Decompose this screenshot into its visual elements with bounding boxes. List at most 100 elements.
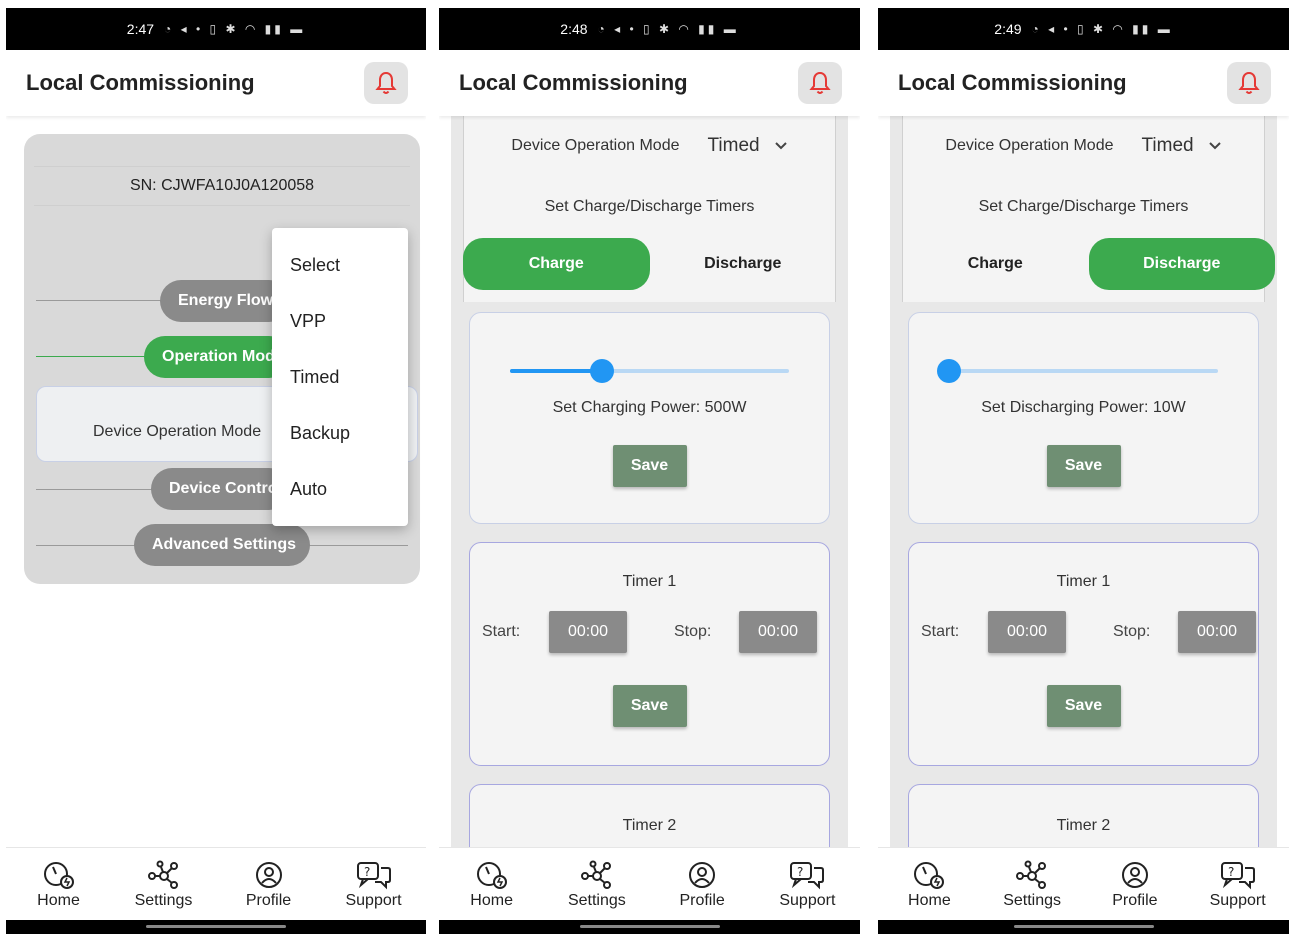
stop-time-input[interactable]: 00:00 [739,611,817,653]
menu-item-auto[interactable]: Auto [272,461,408,517]
network-nodes-icon [146,858,182,892]
stop-time-input[interactable]: 00:00 [1178,611,1256,653]
divider [36,300,166,301]
save-timer-1-button[interactable]: Save [1046,685,1121,727]
tab-charge[interactable]: Charge [902,238,1089,290]
home-indicator[interactable] [1013,925,1154,928]
nav-profile[interactable]: Profile [1095,858,1175,910]
bell-icon [375,71,397,94]
page-title: Local Commissioning [459,70,688,95]
notification-button[interactable] [1227,62,1271,104]
timer-1-card: Timer 1 Start: 00:00 Stop: 00:00 Save [908,542,1259,766]
page-title: Local Commissioning [898,70,1127,95]
power-card: Set Charging Power: 500W Save [469,312,830,524]
nav-profile-label: Profile [1112,892,1158,909]
energy-flow-button[interactable]: Energy Flow [160,280,290,322]
nav-profile-label: Profile [245,892,292,909]
power-label: Set Charging Power: 500W [552,399,747,416]
gesture-bar [878,920,1289,934]
start-time-input[interactable]: 00:00 [988,611,1066,653]
nav-settings[interactable]: Settings [992,858,1072,910]
divider [36,356,156,357]
operation-mode-dropdown-menu: Select VPP Timed Backup Auto [272,228,408,526]
menu-item-select[interactable]: Select [272,237,408,293]
timer-1-title: Timer 1 [622,573,677,590]
set-timers-label: Set Charge/Discharge Timers [544,198,755,215]
save-timer-1-button[interactable]: Save [612,685,687,727]
home-indicator[interactable] [146,925,286,928]
slider-thumb[interactable] [937,359,961,383]
support-chat-icon: ? [788,858,826,892]
device-operation-mode-label: Device Operation Mode [945,137,1114,154]
nav-profile[interactable]: Profile [662,858,742,910]
status-bar: 2:48 ◔ ◂ • ▯ ✱ ◠ ▮▮ ▬ [439,8,860,50]
start-time-input[interactable]: 00:00 [549,611,627,653]
network-nodes-icon [1014,858,1050,892]
nav-settings[interactable]: Settings [557,858,637,910]
content-area: Device Operation Mode Timed Set Charge/D… [878,116,1289,848]
home-gauge-icon [912,858,946,892]
tab-charge[interactable]: Charge [463,238,650,290]
chevron-down-icon [1208,142,1221,150]
status-bar: 2:49 ◔ ◂ • ▯ ✱ ◠ ▮▮ ▬ [878,8,1289,50]
set-timers-label: Set Charge/Discharge Timers [978,198,1189,215]
power-slider[interactable] [510,359,789,383]
svg-text:?: ? [1228,865,1234,879]
bottom-navigation: Home Settings Profile ? Support [439,847,860,920]
device-control-button[interactable]: Device Contro [151,468,290,510]
notification-button[interactable] [364,62,408,104]
nav-home-label: Home [37,892,80,909]
start-label: Start: [482,623,521,640]
timer-2-card: Timer 2 [908,784,1259,848]
nav-support[interactable]: ? Support [1198,858,1278,910]
gesture-bar [6,920,426,934]
device-operation-mode-value: Timed [1141,135,1194,156]
power-slider[interactable] [937,359,1218,383]
save-power-button[interactable]: Save [612,445,687,487]
nav-support-label: Support [345,892,402,909]
network-nodes-icon [579,858,615,892]
slider-fill [510,369,603,373]
nav-support[interactable]: ? Support [334,858,414,910]
stop-label: Stop: [674,623,712,640]
nav-settings[interactable]: Settings [124,858,204,910]
start-label: Start: [921,623,960,640]
advanced-settings-button[interactable]: Advanced Settings [134,524,310,566]
phone-screen-1: 2:47 ◔ ◂ • ▯ ✱ ◠ ▮▮ ▬ Local Commissionin… [6,0,426,934]
status-time: 2:48 [560,21,588,37]
device-operation-mode-select[interactable]: Timed [708,135,788,157]
timer-2-card: Timer 2 [469,784,830,848]
save-power-button[interactable]: Save [1046,445,1121,487]
nav-home[interactable]: Home [452,858,532,910]
timer-2-title: Timer 2 [622,817,677,834]
serial-number: SN: CJWFA10J0A120058 [34,166,410,206]
nav-home-label: Home [470,892,513,909]
device-operation-mode-value: Timed [707,135,760,156]
app-bar: Local Commissioning [878,50,1289,116]
menu-item-vpp[interactable]: VPP [272,293,408,349]
status-icons: ◔ ◂ • ▯ ✱ ◠ ▮▮ ▬ [1031,22,1173,36]
divider [36,545,136,546]
operation-mode-button[interactable]: Operation Mod [144,336,290,378]
charge-discharge-tabs: Charge Discharge [902,238,1275,290]
device-operation-mode-row: Device Operation Mode Timed [439,124,860,168]
nav-support[interactable]: ? Support [767,858,847,910]
menu-item-backup[interactable]: Backup [272,405,408,461]
bottom-navigation: Home Settings Profile ? Support [878,847,1289,920]
app-bar: Local Commissioning [6,50,426,116]
nav-home[interactable]: Home [889,858,969,910]
menu-item-timed[interactable]: Timed [272,349,408,405]
home-indicator[interactable] [579,925,720,928]
device-operation-mode-select[interactable]: Timed [1142,135,1222,157]
svg-text:?: ? [364,865,370,879]
nav-home[interactable]: Home [19,858,99,910]
status-bar: 2:47 ◔ ◂ • ▯ ✱ ◠ ▮▮ ▬ [6,8,426,50]
timer-2-title: Timer 2 [1056,817,1111,834]
tab-discharge[interactable]: Discharge [650,238,837,290]
chevron-down-icon [774,142,787,150]
tab-discharge[interactable]: Discharge [1088,238,1275,290]
nav-profile[interactable]: Profile [229,858,309,910]
support-chat-icon: ? [1219,858,1257,892]
slider-thumb[interactable] [590,359,615,383]
notification-button[interactable] [798,62,842,104]
